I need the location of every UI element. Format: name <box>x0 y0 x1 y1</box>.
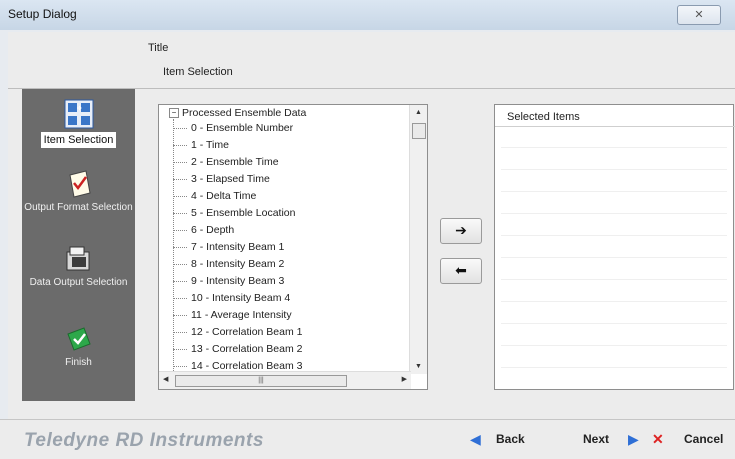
tree-item-label: 12 - Correlation Beam 1 <box>191 326 303 338</box>
arrow-left-icon: ⬅ <box>455 262 467 278</box>
sidebar-item-label: Output Format Selection <box>24 202 133 213</box>
scroll-thumb[interactable] <box>412 123 426 139</box>
tree-item[interactable]: 13 - Correlation Beam 2 <box>173 343 302 355</box>
list-row-separator <box>501 345 727 346</box>
list-row-separator <box>501 279 727 280</box>
collapse-icon[interactable]: − <box>169 108 179 119</box>
scroll-up-icon[interactable]: ▲ <box>415 109 422 116</box>
header-title: Title <box>148 42 169 54</box>
tree-item[interactable]: 3 - Elapsed Time <box>173 173 270 185</box>
tree-item-label: 8 - Intensity Beam 2 <box>191 258 285 270</box>
tree-item-label: 2 - Ensemble Time <box>191 156 279 168</box>
list-row-separator <box>501 367 727 368</box>
back-arrow-icon[interactable]: ◀ <box>470 431 481 448</box>
sidebar-item-label: Finish <box>65 357 92 368</box>
add-item-button[interactable]: ➔ <box>440 218 482 244</box>
tree-item[interactable]: 8 - Intensity Beam 2 <box>173 258 284 270</box>
tree-vertical-scrollbar[interactable]: ▲ ▼ <box>409 105 427 374</box>
scroll-left-icon[interactable]: ◀ <box>163 375 168 383</box>
dialog-footer: Teledyne RD Instruments ◀ Back Next ▶ ✕ … <box>0 419 735 459</box>
sidebar-item-output-format[interactable]: Output Format Selection <box>22 169 135 213</box>
tree-item[interactable]: 1 - Time <box>173 139 229 151</box>
next-button[interactable]: Next <box>583 432 609 446</box>
step-header: Title Item Selection <box>8 32 735 89</box>
tree-item[interactable]: 11 - Average Intensity <box>173 309 292 321</box>
tree-item-label: 9 - Intensity Beam 3 <box>191 275 285 287</box>
next-arrow-icon[interactable]: ▶ <box>628 431 639 448</box>
list-row-separator <box>501 235 727 236</box>
tree-item[interactable]: 12 - Correlation Beam 1 <box>173 326 302 338</box>
arrow-right-icon: ➔ <box>455 222 467 238</box>
close-button[interactable]: ✕ <box>677 5 721 25</box>
tree-item[interactable]: 2 - Ensemble Time <box>173 156 279 168</box>
list-row-separator <box>501 323 727 324</box>
list-row-separator <box>501 169 727 170</box>
header-subtitle: Item Selection <box>163 66 233 78</box>
tree-item-label: 10 - Intensity Beam 4 <box>191 292 291 304</box>
scroll-thumb[interactable]: ||| <box>175 375 347 387</box>
list-row-separator <box>501 257 727 258</box>
tree-horizontal-scrollbar[interactable]: ◀ ||| ▶ <box>159 371 411 389</box>
checklist-icon <box>64 169 94 199</box>
tree-item-label: 1 - Time <box>191 139 229 151</box>
item-selection-icon <box>64 99 94 129</box>
selected-items-list[interactable]: Selected Items <box>494 104 735 390</box>
list-row-separator <box>501 147 727 148</box>
sidebar-item-label: Data Output Selection <box>29 277 128 288</box>
scroll-down-icon[interactable]: ▼ <box>415 363 422 370</box>
sidebar-item-label: Item Selection <box>40 132 117 148</box>
tree-root-label: Processed Ensemble Data <box>182 107 307 119</box>
tree-item[interactable]: 7 - Intensity Beam 1 <box>173 241 284 253</box>
tree-item[interactable]: 4 - Delta Time <box>173 190 256 202</box>
tree-item-label: 0 - Ensemble Number <box>191 122 294 134</box>
tree-root-node[interactable]: − Processed Ensemble Data <box>169 107 306 119</box>
wizard-sidebar: Item Selection Output Format Selection D… <box>22 89 135 401</box>
tree-item[interactable]: 10 - Intensity Beam 4 <box>173 292 290 304</box>
back-button[interactable]: Back <box>496 432 525 446</box>
tree-item[interactable]: 5 - Ensemble Location <box>173 207 295 219</box>
cancel-button[interactable]: Cancel <box>684 432 723 446</box>
setup-dialog-window: Setup Dialog ✕ Title Item Selection Item… <box>0 0 735 459</box>
scroll-right-icon[interactable]: ▶ <box>402 375 407 383</box>
remove-item-button[interactable]: ⬅ <box>440 258 482 284</box>
cancel-x-icon[interactable]: ✕ <box>652 431 664 448</box>
available-items-tree[interactable]: − Processed Ensemble Data 0 - Ensemble Nu… <box>158 104 428 390</box>
tree-item[interactable]: 0 - Ensemble Number <box>173 122 293 134</box>
tree-item-label: 3 - Elapsed Time <box>191 173 270 185</box>
window-title: Setup Dialog <box>8 7 77 21</box>
selected-items-header: Selected Items <box>495 105 735 127</box>
tree-item[interactable]: 6 - Depth <box>173 224 234 236</box>
sidebar-item-finish[interactable]: Finish <box>22 324 135 368</box>
brand-logo: Teledyne RD Instruments <box>24 430 264 451</box>
sidebar-item-data-output[interactable]: Data Output Selection <box>22 244 135 288</box>
tree-item[interactable]: 9 - Intensity Beam 3 <box>173 275 284 287</box>
tree-item-label: 6 - Depth <box>191 224 235 236</box>
list-row-separator <box>501 213 727 214</box>
finish-icon <box>64 324 94 354</box>
tree-item-label: 4 - Delta Time <box>191 190 257 202</box>
folder-data-icon <box>64 244 94 274</box>
tree-item-label: 13 - Correlation Beam 2 <box>191 343 303 355</box>
list-row-separator <box>501 191 727 192</box>
list-row-separator <box>501 301 727 302</box>
tree-item-label: 5 - Ensemble Location <box>191 207 296 219</box>
tree-item-label: 7 - Intensity Beam 1 <box>191 241 285 253</box>
title-bar: Setup Dialog ✕ <box>0 0 735 30</box>
sidebar-item-item-selection[interactable]: Item Selection <box>22 99 135 148</box>
tree-item-label: 11 - Average Intensity <box>191 309 292 321</box>
